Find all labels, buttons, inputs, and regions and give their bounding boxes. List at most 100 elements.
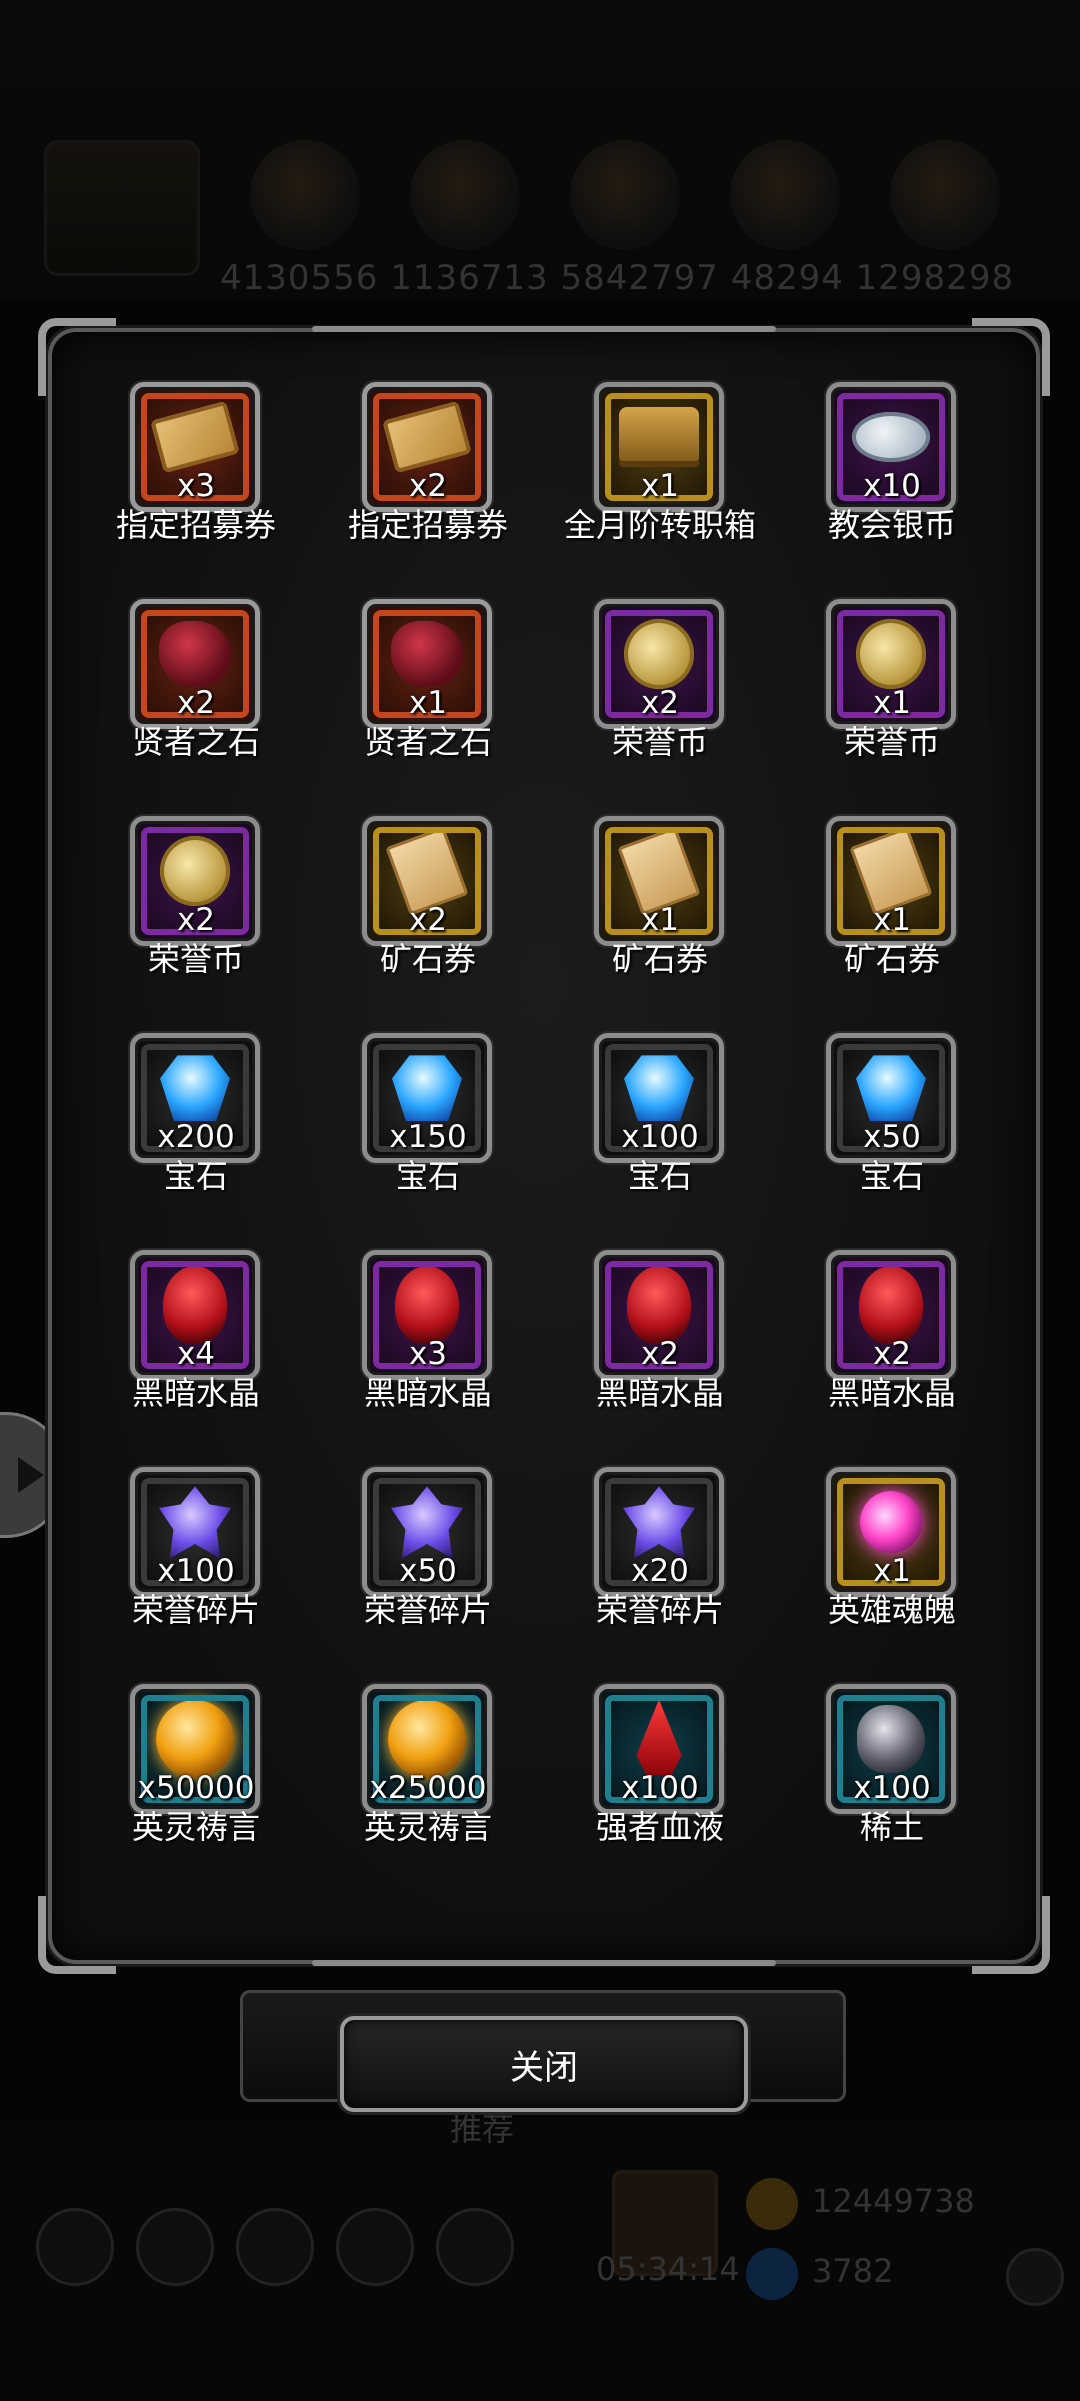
reward-item[interactable]: x10 教会银币 [776,382,1008,559]
spirit-prayer-icon [156,1700,234,1779]
reward-item[interactable]: x4 黑暗水晶 [80,1250,312,1427]
reward-item[interactable]: x1 荣誉币 [776,599,1008,776]
menu-icon [436,2208,514,2286]
reward-item[interactable]: x1 全月阶转职箱 [544,382,776,559]
reward-item[interactable]: x100 强者血液 [544,1684,776,1861]
item-quantity: x2 [640,1336,680,1372]
item-name: 矿石券 [379,940,476,978]
item-name: 荣誉碎片 [595,1591,724,1629]
reward-item[interactable]: x100 稀土 [776,1684,1008,1861]
background-top-bar: 4130556 1136713 5842797 48294 1298298 [0,0,1080,300]
item-name: 黑暗水晶 [827,1374,956,1412]
hero-portrait [44,140,200,276]
item-quantity: x2 [408,468,448,504]
item-quantity: x200 [157,1119,235,1155]
reward-item[interactable]: x50 荣誉碎片 [312,1467,544,1644]
item-quantity: x2 [872,1336,912,1372]
reward-item[interactable]: x100 荣誉碎片 [80,1467,312,1644]
reward-item[interactable]: x1 贤者之石 [312,599,544,776]
menu-icon [136,2208,214,2286]
reward-item[interactable]: x2 荣誉币 [544,599,776,776]
item-quantity: x50 [399,1553,457,1589]
honor-shard-icon [159,1486,231,1559]
item-quantity: x1 [640,468,680,504]
reward-item[interactable]: x100 宝石 [544,1033,776,1210]
reward-item[interactable]: x2 贤者之石 [80,599,312,776]
reward-item[interactable]: x25000 英灵祷言 [312,1684,544,1861]
item-name: 宝石 [395,1157,460,1195]
reward-item[interactable]: x2 指定招募券 [312,382,544,559]
gem-currency-icon [746,2248,798,2300]
panel-top-trim [312,326,776,332]
item-name: 荣誉币 [147,940,244,978]
item-quantity: x100 [853,1770,931,1806]
item-quantity: x50000 [137,1770,255,1806]
reward-item[interactable]: x3 指定招募券 [80,382,312,559]
item-name: 宝石 [163,1157,228,1195]
scroll-icon [150,401,240,474]
strong-blood-icon [636,1699,682,1776]
reward-item[interactable]: x1 矿石券 [544,816,776,993]
resource-icon [890,140,1000,250]
item-quantity: x2 [408,902,448,938]
item-quantity: x2 [640,685,680,721]
dark-crystal-icon [395,1266,459,1345]
honor-shard-icon [391,1486,463,1559]
reward-item[interactable]: x2 矿石券 [312,816,544,993]
item-name: 英灵祷言 [131,1808,260,1846]
item-quantity: x150 [389,1119,467,1155]
gem-icon [624,1055,694,1122]
item-quantity: x20 [631,1553,689,1589]
item-name: 荣誉碎片 [363,1591,492,1629]
item-quantity: x4 [176,1336,216,1372]
item-quantity: x100 [621,1119,699,1155]
item-name: 贤者之石 [131,723,260,761]
gem-icon [160,1055,230,1122]
item-quantity: x100 [621,1770,699,1806]
reward-item[interactable]: x1 矿石券 [776,816,1008,993]
reward-item[interactable]: x3 黑暗水晶 [312,1250,544,1427]
item-name: 全月阶转职箱 [563,506,756,544]
item-quantity: x25000 [369,1770,487,1806]
honor-shard-icon [623,1486,695,1559]
menu-icon [36,2208,114,2286]
panel-corner-ornament [38,1896,116,1974]
item-name: 教会银币 [827,506,956,544]
honor-coin-icon [856,619,926,690]
dark-crystal-icon [627,1266,691,1345]
item-name: 矿石券 [843,940,940,978]
item-name: 英灵祷言 [363,1808,492,1846]
gem-icon [392,1055,462,1122]
close-button[interactable]: 关闭 [340,2016,748,2112]
sage-stone-icon [159,621,231,688]
item-name: 黑暗水晶 [131,1374,260,1412]
reward-item[interactable]: x20 荣誉碎片 [544,1467,776,1644]
gem-amount: 3782 [812,2252,894,2290]
reward-item[interactable]: x1 英雄魂魄 [776,1467,1008,1644]
reward-item[interactable]: x2 黑暗水晶 [544,1250,776,1427]
honor-coin-icon [160,836,230,907]
item-name: 荣誉币 [611,723,708,761]
item-name: 宝石 [859,1157,924,1195]
item-quantity: x2 [176,685,216,721]
resource-icon [570,140,680,250]
resource-icon [730,140,840,250]
reward-item[interactable]: x50000 英灵祷言 [80,1684,312,1861]
reward-item[interactable]: x150 宝石 [312,1033,544,1210]
reward-item[interactable]: x200 宝石 [80,1033,312,1210]
dark-crystal-icon [163,1266,227,1345]
item-name: 贤者之石 [363,723,492,761]
reward-item[interactable]: x2 荣誉币 [80,816,312,993]
item-name: 矿石券 [611,940,708,978]
scroll-icon [382,401,472,474]
reward-item[interactable]: x2 黑暗水晶 [776,1250,1008,1427]
item-quantity: x1 [872,685,912,721]
item-name: 荣誉碎片 [131,1591,260,1629]
item-name: 指定招募券 [115,506,276,544]
item-name: 稀土 [859,1808,924,1846]
gold-amount: 12449738 [812,2182,975,2220]
reward-item[interactable]: x50 宝石 [776,1033,1008,1210]
item-quantity: x100 [157,1553,235,1589]
hero-soul-icon [860,1491,922,1554]
item-quantity: x10 [863,468,921,504]
